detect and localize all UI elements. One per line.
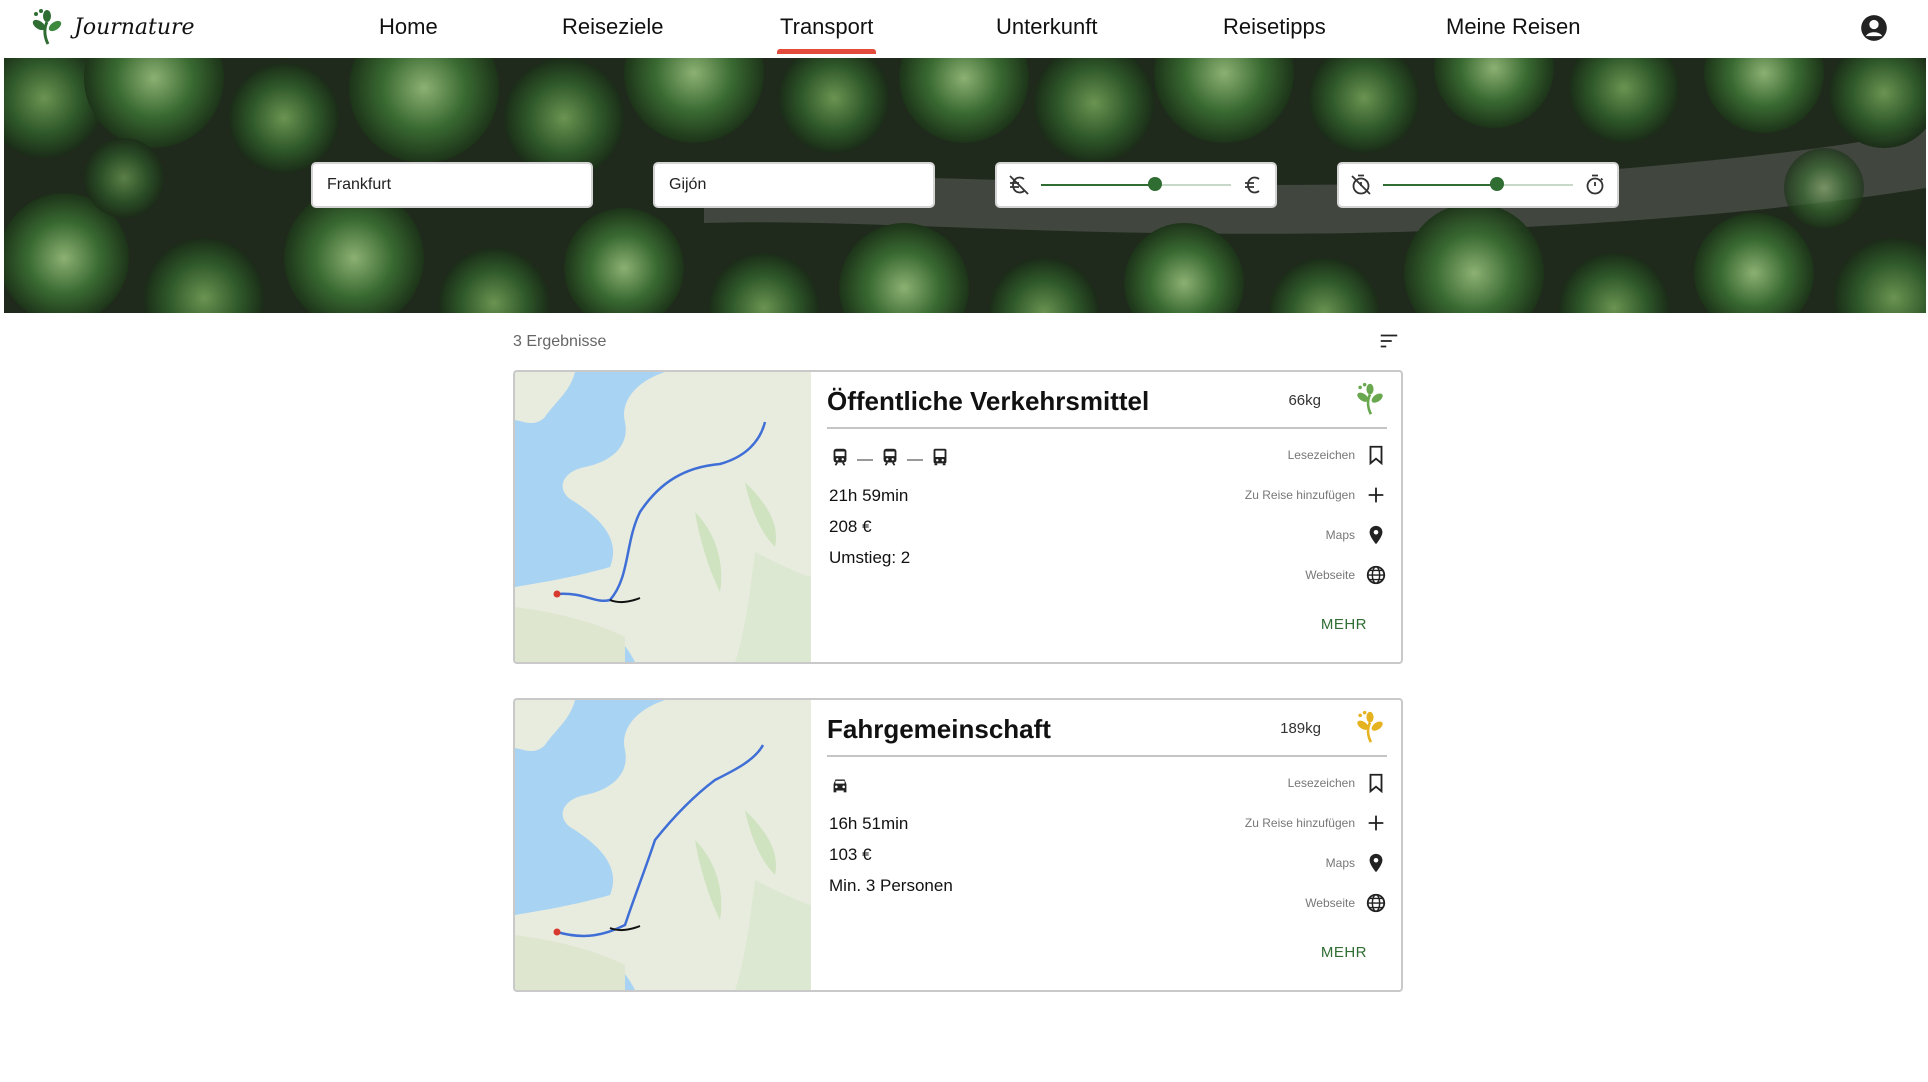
from-field[interactable]: [311, 162, 593, 208]
time-slider-track[interactable]: [1383, 177, 1573, 191]
maps-button[interactable]: Maps: [1326, 524, 1387, 546]
maps-button[interactable]: Maps: [1326, 852, 1387, 874]
plus-icon: [1368, 487, 1384, 503]
transport-modes: [829, 774, 851, 801]
no-money-icon: [1009, 175, 1029, 195]
price-slider-fill: [1041, 184, 1155, 186]
footprint-leaf-icon: [32, 9, 62, 45]
price-slider-handle[interactable]: [1148, 177, 1162, 191]
time-slider[interactable]: [1337, 162, 1619, 208]
extra-info: Umstieg: 2: [829, 548, 911, 567]
co2-emission: 189kg: [1280, 720, 1321, 737]
nav-item-reiseziele[interactable]: Reiseziele: [562, 14, 664, 40]
footprint-leaf-icon: [1357, 382, 1383, 415]
result-card[interactable]: Fahrgemeinschaft 189kg 16h 51min 103 € M…: [513, 698, 1403, 992]
brand-logo[interactable]: Journature: [28, 8, 195, 46]
result-card[interactable]: Öffentliche Verkehrsmittel 66kg 21h 59mi…: [513, 370, 1403, 664]
from-input[interactable]: [313, 164, 591, 206]
hero-banner: [4, 58, 1926, 313]
time-slider-fill: [1383, 184, 1497, 186]
add-to-trip-label: Zu Reise hinzufügen: [1244, 816, 1355, 830]
bookmark-icon: [1369, 773, 1383, 794]
maps-label: Maps: [1325, 856, 1355, 870]
transport-modes: [829, 446, 951, 473]
nav-item-transport[interactable]: Transport: [776, 14, 877, 54]
bookmark-label: Lesezeichen: [1287, 776, 1355, 790]
duration: 21h 59min: [829, 486, 909, 505]
title-divider: [827, 755, 1387, 757]
result-title: Öffentliche Verkehrsmittel: [827, 386, 1150, 416]
timer-icon: [1586, 174, 1604, 195]
brand-name: Journature: [74, 14, 195, 40]
mode-connector: [857, 458, 873, 461]
result-title: Fahrgemeinschaft: [827, 714, 1051, 744]
map-pin-icon: [1369, 853, 1383, 873]
timer-off-icon: [1351, 174, 1371, 195]
add-to-trip-button[interactable]: Zu Reise hinzufügen: [1245, 812, 1387, 834]
price-slider-track[interactable]: [1041, 177, 1231, 191]
train-icon: [879, 446, 901, 473]
website-button[interactable]: Webseite: [1305, 564, 1387, 586]
bookmark-label: Lesezeichen: [1287, 448, 1355, 462]
website-button[interactable]: Webseite: [1305, 892, 1387, 914]
bus-icon: [929, 446, 951, 473]
plus-icon: [1368, 815, 1384, 831]
price-slider[interactable]: [995, 162, 1277, 208]
maps-label: Maps: [1325, 528, 1355, 542]
car-icon: [829, 774, 851, 801]
results-count: 3 Ergebnisse: [513, 333, 607, 350]
bookmark-button[interactable]: Lesezeichen: [1288, 444, 1387, 466]
globe-icon: [1366, 893, 1386, 913]
add-to-trip-button[interactable]: Zu Reise hinzufügen: [1245, 484, 1387, 506]
more-button[interactable]: MEHR: [1321, 616, 1367, 633]
extra-info: Min. 3 Personen: [829, 876, 953, 895]
to-field[interactable]: [653, 162, 935, 208]
mode-connector: [907, 458, 923, 461]
sort-icon[interactable]: [1378, 330, 1400, 352]
more-button[interactable]: MEHR: [1321, 944, 1367, 961]
forest-aerial-image: [4, 58, 1926, 313]
price: 208 €: [829, 517, 872, 536]
co2-emission: 66kg: [1288, 392, 1321, 409]
top-nav: Journature Home Reiseziele Transport Unt…: [4, 0, 1926, 58]
nav-item-reisetipps[interactable]: Reisetipps: [1223, 14, 1326, 40]
to-input[interactable]: [655, 164, 933, 206]
footprint-leaf-icon: [1357, 710, 1383, 743]
duration: 16h 51min: [829, 814, 909, 833]
map-pin-icon: [1369, 525, 1383, 545]
website-label: Webseite: [1305, 568, 1355, 582]
globe-icon: [1366, 565, 1386, 585]
time-slider-handle[interactable]: [1490, 177, 1504, 191]
price: 103 €: [829, 845, 872, 864]
nav-item-meine-reisen[interactable]: Meine Reisen: [1446, 14, 1581, 40]
bookmark-button[interactable]: Lesezeichen: [1288, 772, 1387, 794]
add-to-trip-label: Zu Reise hinzufügen: [1244, 488, 1355, 502]
bookmark-icon: [1369, 445, 1383, 466]
euro-icon: [1245, 176, 1260, 194]
nav-item-unterkunft[interactable]: Unterkunft: [996, 14, 1098, 40]
route-map-image[interactable]: [515, 372, 811, 662]
website-label: Webseite: [1305, 896, 1355, 910]
account-circle-icon[interactable]: [1860, 14, 1888, 42]
route-map-image[interactable]: [515, 700, 811, 990]
train-icon: [829, 446, 851, 473]
title-divider: [827, 427, 1387, 429]
nav-item-home[interactable]: Home: [379, 14, 438, 40]
